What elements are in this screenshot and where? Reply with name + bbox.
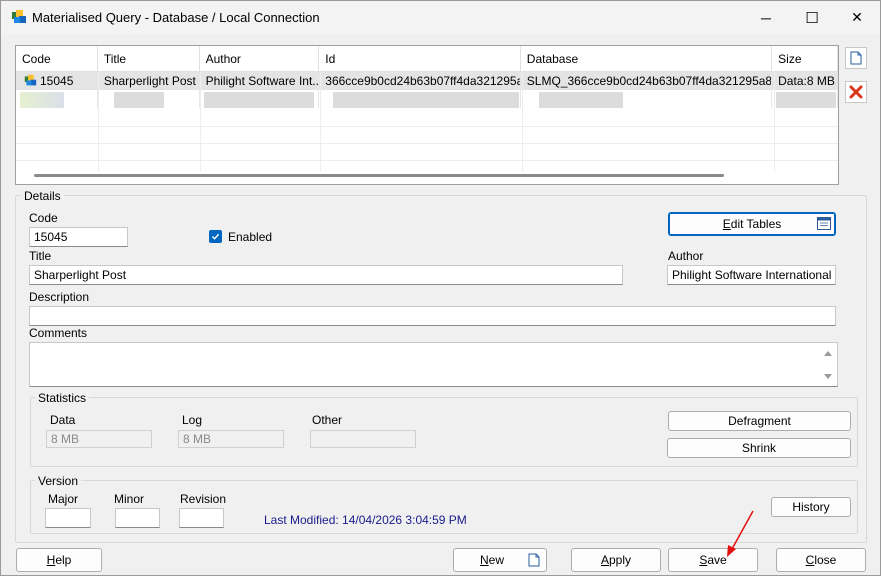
log-size-label: Log <box>182 413 203 427</box>
comments-field[interactable] <box>29 342 838 387</box>
obscured-cell <box>98 90 200 108</box>
empty-row <box>16 110 838 127</box>
grid-column-line <box>200 72 201 172</box>
close-window-button[interactable]: ✕ <box>834 1 880 34</box>
checkmark-icon <box>211 233 220 240</box>
description-label: Description <box>29 290 90 304</box>
close-label: Close <box>805 553 837 567</box>
column-header-id[interactable]: Id <box>319 46 521 72</box>
title-field[interactable]: Sharperlight Post <box>29 265 623 285</box>
maximize-button[interactable]: ☐ <box>789 1 835 34</box>
author-field[interactable]: Philight Software International <box>667 265 836 285</box>
obscured-cell <box>200 90 320 108</box>
help-button[interactable]: Help <box>16 548 102 572</box>
title-label: Title <box>29 249 52 263</box>
new-document-icon <box>528 553 540 567</box>
obscured-cell <box>521 90 773 108</box>
minimize-button[interactable]: ─ <box>743 1 789 34</box>
new-button[interactable]: New <box>453 548 547 572</box>
cell-database: SLMQ_366cce9b0cd24b63b07ff4da321295a8 <box>521 72 773 90</box>
grid-column-line <box>522 72 523 172</box>
details-group-label: Details <box>21 189 64 203</box>
grid-column-line <box>320 72 321 172</box>
log-size-field: 8 MB <box>178 430 284 448</box>
cell-author: Philight Software Int... <box>200 72 320 90</box>
database-app-icon <box>12 10 26 23</box>
revision-field[interactable] <box>179 508 224 528</box>
new-record-button[interactable] <box>845 47 867 69</box>
title-bar[interactable]: Materialised Query - Database / Local Co… <box>1 1 880 34</box>
shrink-button[interactable]: Shrink <box>667 438 851 458</box>
author-label: Author <box>668 249 704 263</box>
table-row[interactable]: 15045 Sharperlight Post Philight Softwar… <box>16 72 838 90</box>
other-size-field <box>310 430 416 448</box>
minor-field[interactable] <box>115 508 160 528</box>
delete-record-button[interactable] <box>845 81 867 103</box>
cell-id: 366cce9b0cd24b63b07ff4da321295a8 <box>319 72 521 90</box>
cell-title: Sharperlight Post <box>98 72 200 90</box>
obscured-cell <box>16 90 98 108</box>
grid-header: Code Title Author Id Database Size <box>16 46 838 72</box>
history-button[interactable]: History <box>771 497 851 517</box>
major-label: Major <box>48 492 79 506</box>
table-window-icon <box>817 217 831 230</box>
enabled-checkbox[interactable] <box>209 230 222 243</box>
code-label: Code <box>29 211 58 225</box>
grid-column-line <box>98 72 99 172</box>
delete-x-icon <box>849 85 863 99</box>
column-header-author[interactable]: Author <box>199 46 320 72</box>
apply-button[interactable]: Apply <box>571 548 661 572</box>
empty-row <box>16 144 838 161</box>
empty-row <box>16 127 838 144</box>
comments-label: Comments <box>29 326 88 340</box>
minor-label: Minor <box>114 492 145 506</box>
new-label: New <box>479 553 504 567</box>
grid-column-line <box>774 72 775 172</box>
queries-grid[interactable]: Code Title Author Id Database Size 15045… <box>15 45 839 185</box>
obscured-cell <box>772 90 838 108</box>
version-group-label: Version <box>35 474 82 488</box>
enabled-label: Enabled <box>228 230 273 244</box>
new-document-icon <box>850 51 862 65</box>
cell-code-text: 15045 <box>40 74 74 88</box>
horizontal-scrollbar[interactable] <box>34 174 724 177</box>
column-header-code[interactable]: Code <box>16 46 98 72</box>
data-size-field: 8 MB <box>46 430 152 448</box>
edit-tables-label: Edit Tables <box>722 217 782 231</box>
other-size-label: Other <box>312 413 343 427</box>
major-field[interactable] <box>45 508 91 528</box>
defragment-button[interactable]: Defragment <box>668 411 851 431</box>
revision-label: Revision <box>180 492 227 506</box>
obscured-row[interactable] <box>16 90 838 110</box>
edit-tables-button[interactable]: Edit Tables <box>668 212 836 236</box>
column-header-size[interactable]: Size <box>772 46 838 72</box>
scroll-down-icon[interactable] <box>823 373 833 381</box>
query-row-icon <box>24 74 37 86</box>
help-label: Help <box>46 553 72 567</box>
dialog-window: Materialised Query - Database / Local Co… <box>0 0 881 576</box>
cell-size: Data:8 MB L <box>772 72 838 90</box>
cell-code: 15045 <box>16 72 98 90</box>
description-field[interactable] <box>29 306 836 326</box>
close-button[interactable]: Close <box>776 548 866 572</box>
apply-label: Apply <box>600 553 632 567</box>
column-header-title[interactable]: Title <box>97 46 200 72</box>
code-field[interactable]: 15045 <box>29 227 128 247</box>
window-title: Materialised Query - Database / Local Co… <box>32 10 320 25</box>
column-header-database[interactable]: Database <box>520 46 773 72</box>
statistics-group-label: Statistics <box>35 391 90 405</box>
annotation-arrow-icon <box>727 510 754 557</box>
obscured-cell <box>319 90 521 108</box>
data-size-label: Data <box>50 413 76 427</box>
last-modified-text: Last Modified: 14/04/2026 3:04:59 PM <box>264 513 467 527</box>
scroll-up-icon[interactable] <box>823 349 833 357</box>
